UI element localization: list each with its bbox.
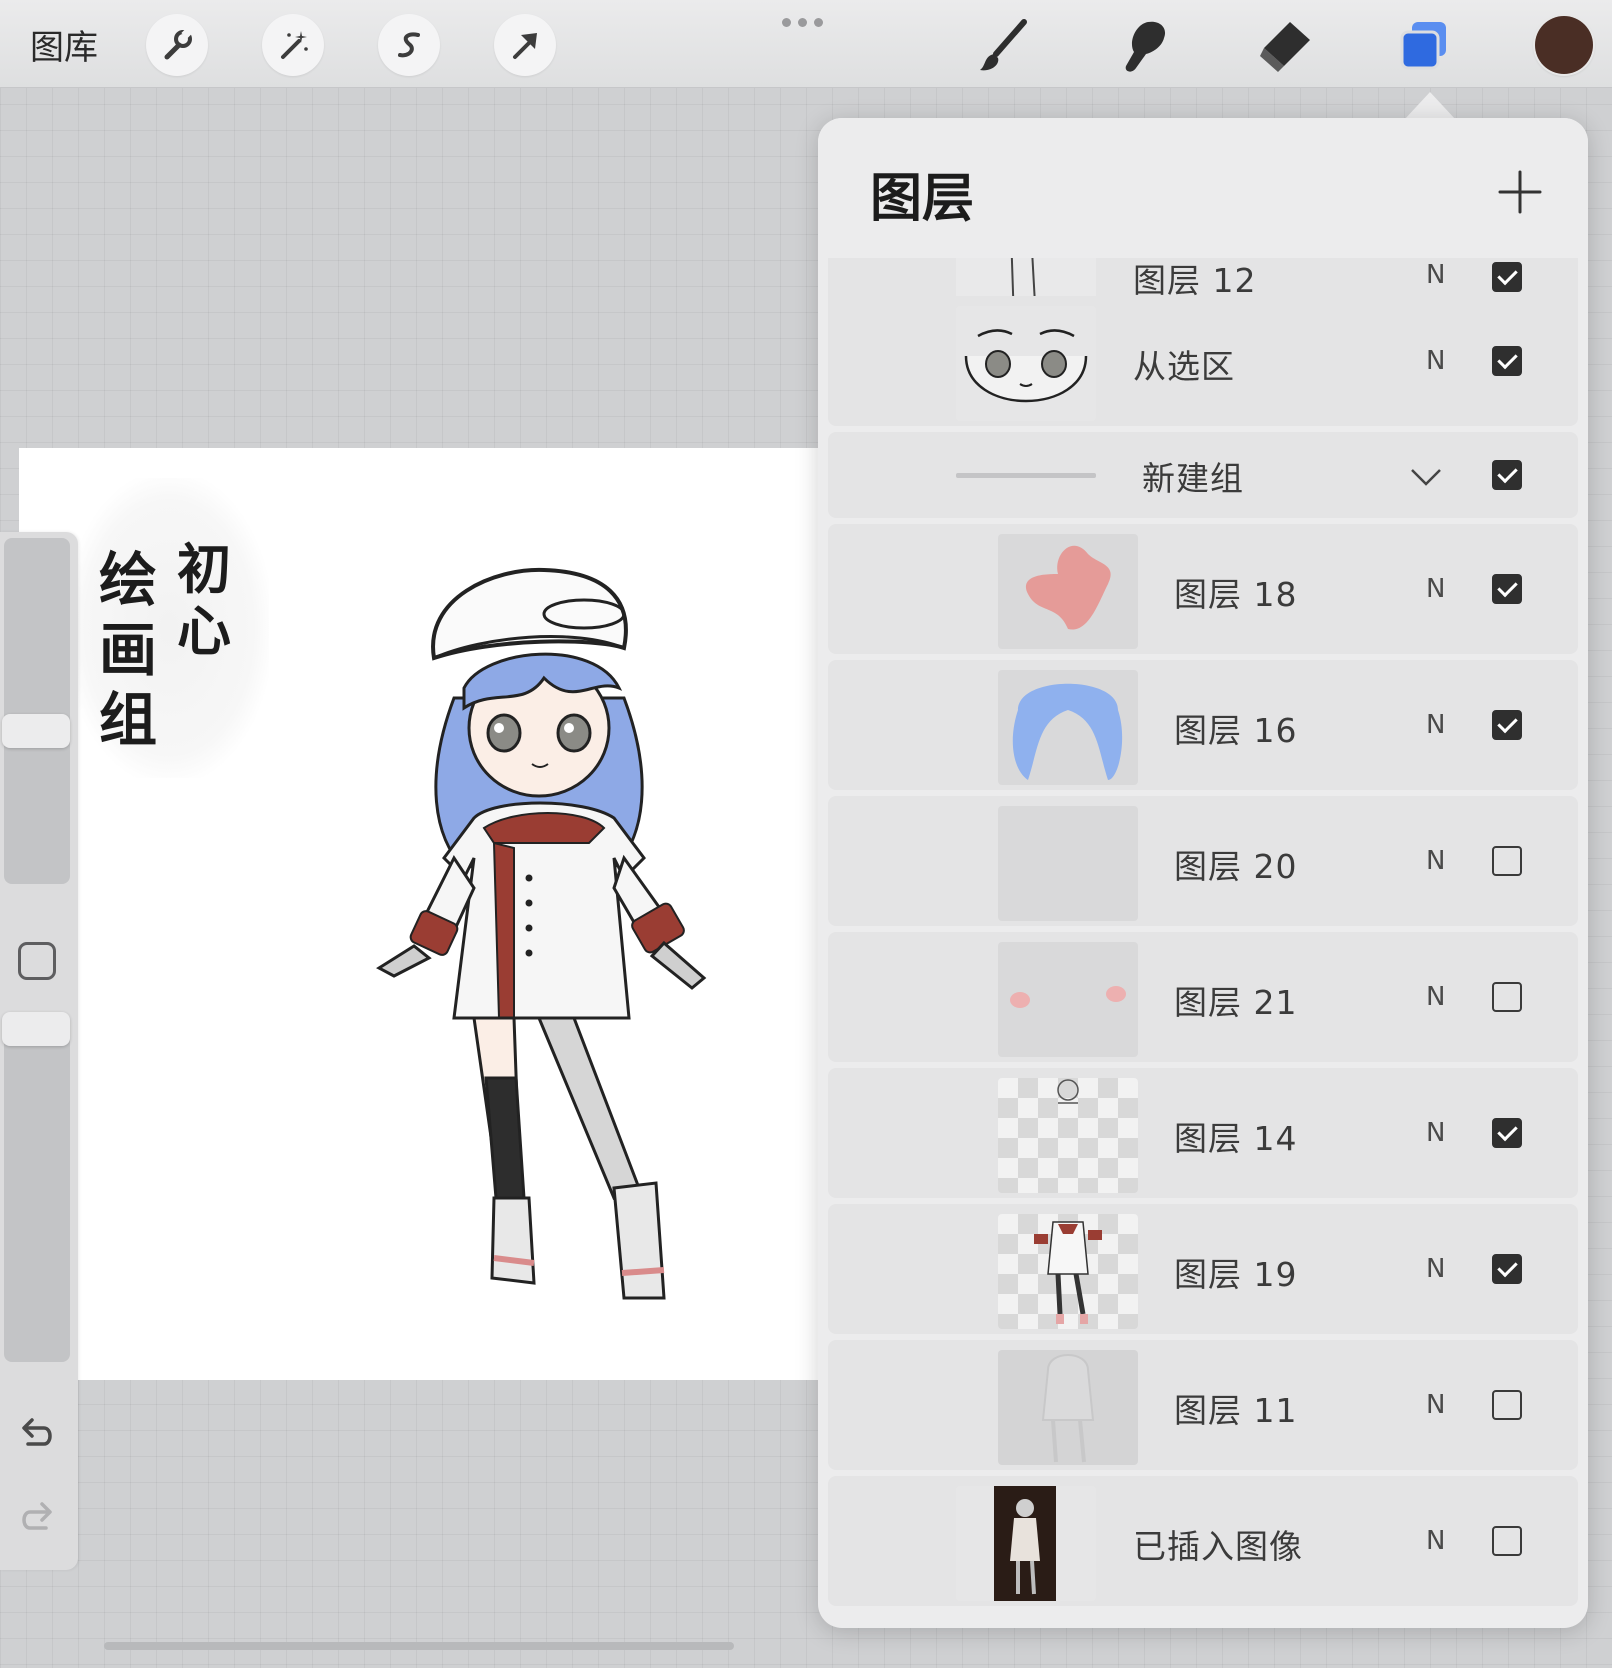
brush-size-thumb[interactable] [2,714,70,748]
adjustments-button[interactable] [262,14,324,76]
layer-row[interactable]: 图层 20 N [828,796,1578,926]
selection-button[interactable] [378,14,440,76]
layers-panel-header: 图层 [818,118,1588,258]
actions-button[interactable] [146,14,208,76]
layer-thumbnail [998,806,1138,921]
brush-button[interactable] [972,14,1036,78]
layer-row[interactable]: 已插入图像 N [828,1476,1578,1606]
layer-row[interactable]: 图层 18 N [828,524,1578,654]
top-toolbar: 图库 [0,0,1612,88]
home-indicator [104,1642,734,1650]
blend-mode[interactable]: N [1426,1118,1445,1148]
layer-visibility-checkbox[interactable] [1492,982,1522,1012]
layer-row[interactable]: 图层 11 N [828,1340,1578,1470]
layer-visibility-checkbox[interactable] [1492,262,1522,292]
svg-text:心: 心 [177,599,231,663]
blend-mode[interactable]: N [1426,574,1445,604]
group-thumbnail [956,473,1096,478]
layer-visibility-checkbox[interactable] [1492,846,1522,876]
magic-wand-icon [281,31,308,59]
layer-thumbnail [998,942,1138,1057]
opacity-slider[interactable] [4,1016,70,1362]
layer-row[interactable]: 图层 14 N [828,1068,1578,1198]
layer-group-row[interactable]: 新建组 [828,432,1578,518]
character-illustration [376,567,707,1300]
transform-button[interactable] [494,14,556,76]
blend-mode[interactable]: N [1426,346,1445,376]
layer-visibility-checkbox[interactable] [1492,346,1522,376]
blend-mode[interactable]: N [1426,260,1445,290]
smudge-icon [1125,21,1166,72]
color-picker-button[interactable] [1535,16,1593,74]
layer-visibility-checkbox[interactable] [1492,1390,1522,1420]
drawing-canvas[interactable]: 绘 初 画 心 组 [19,448,819,1380]
layer-name: 从选区 [1133,347,1235,386]
blend-mode[interactable]: N [1426,846,1445,876]
layer-visibility-checkbox[interactable] [1492,574,1522,604]
svg-text:组: 组 [99,686,157,754]
layer-thumbnail [998,1214,1138,1329]
layer-name: 已插入图像 [1133,1527,1303,1566]
layer-name: 图层 21 [1174,983,1298,1022]
layer-list: 图层 12 N 从选区 N 新建组 图层 18 N 图层 16 N 图层 20 … [828,258,1578,1628]
modify-button[interactable] [18,942,56,980]
layers-panel: 图层 图层 12 N 从选区 N 新建组 图层 18 N 图层 16 N 图层 … [818,118,1588,1628]
layers-panel-title: 图层 [870,169,975,229]
panel-pointer [1404,92,1456,120]
layer-visibility-checkbox[interactable] [1492,1254,1522,1284]
layer-visibility-checkbox[interactable] [1492,1526,1522,1556]
smudge-button[interactable] [1112,14,1176,78]
blend-mode[interactable]: N [1426,710,1445,740]
plus-icon[interactable] [1490,162,1550,222]
brush-icon [980,19,1027,71]
redo-icon[interactable] [16,1496,58,1538]
blend-mode[interactable]: N [1426,1390,1445,1420]
group-name: 新建组 [1142,459,1244,498]
layer-thumbnail [998,1350,1138,1465]
brush-size-slider[interactable] [4,538,70,884]
layer-thumbnail [998,534,1138,649]
svg-text:绘: 绘 [99,546,157,614]
toolbar-grip[interactable] [782,18,823,27]
blend-mode[interactable]: N [1426,982,1445,1012]
calligraphy-logo: 绘 初 画 心 组 [99,540,231,754]
layer-thumbnail [998,670,1138,785]
layer-thumbnail [956,306,1096,421]
gallery-button[interactable]: 图库 [30,20,98,69]
group-visibility-checkbox[interactable] [1492,460,1522,490]
layer-name: 图层 16 [1174,711,1298,750]
layer-name: 图层 14 [1174,1119,1298,1158]
layer-row[interactable]: 图层 16 N [828,660,1578,790]
layer-row[interactable]: 图层 21 N [828,932,1578,1062]
layer-thumbnail [956,1486,1096,1601]
undo-icon[interactable] [16,1412,58,1454]
layers-button[interactable] [1392,14,1456,78]
transform-arrow-icon [513,33,537,59]
layer-row[interactable]: 从选区 N [828,296,1578,426]
layer-name: 图层 18 [1174,575,1298,614]
layer-row[interactable]: 图层 19 N [828,1204,1578,1334]
eraser-icon [1260,22,1310,72]
layer-visibility-checkbox[interactable] [1492,710,1522,740]
layers-icon [1400,22,1446,70]
selection-icon [398,32,420,58]
layer-thumbnail [998,1078,1138,1193]
svg-text:初: 初 [177,540,231,601]
wrench-icon [164,27,193,60]
layer-name: 图层 11 [1174,1391,1298,1430]
chevron-down-icon[interactable] [1408,458,1444,494]
layer-name: 图层 20 [1174,847,1298,886]
eraser-button[interactable] [1252,14,1316,78]
svg-text:画: 画 [99,616,157,684]
opacity-thumb[interactable] [2,1012,70,1046]
layer-name: 图层 19 [1174,1255,1298,1294]
left-sidebar [0,532,78,1570]
blend-mode[interactable]: N [1426,1254,1445,1284]
blend-mode[interactable]: N [1426,1526,1445,1556]
layer-visibility-checkbox[interactable] [1492,1118,1522,1148]
